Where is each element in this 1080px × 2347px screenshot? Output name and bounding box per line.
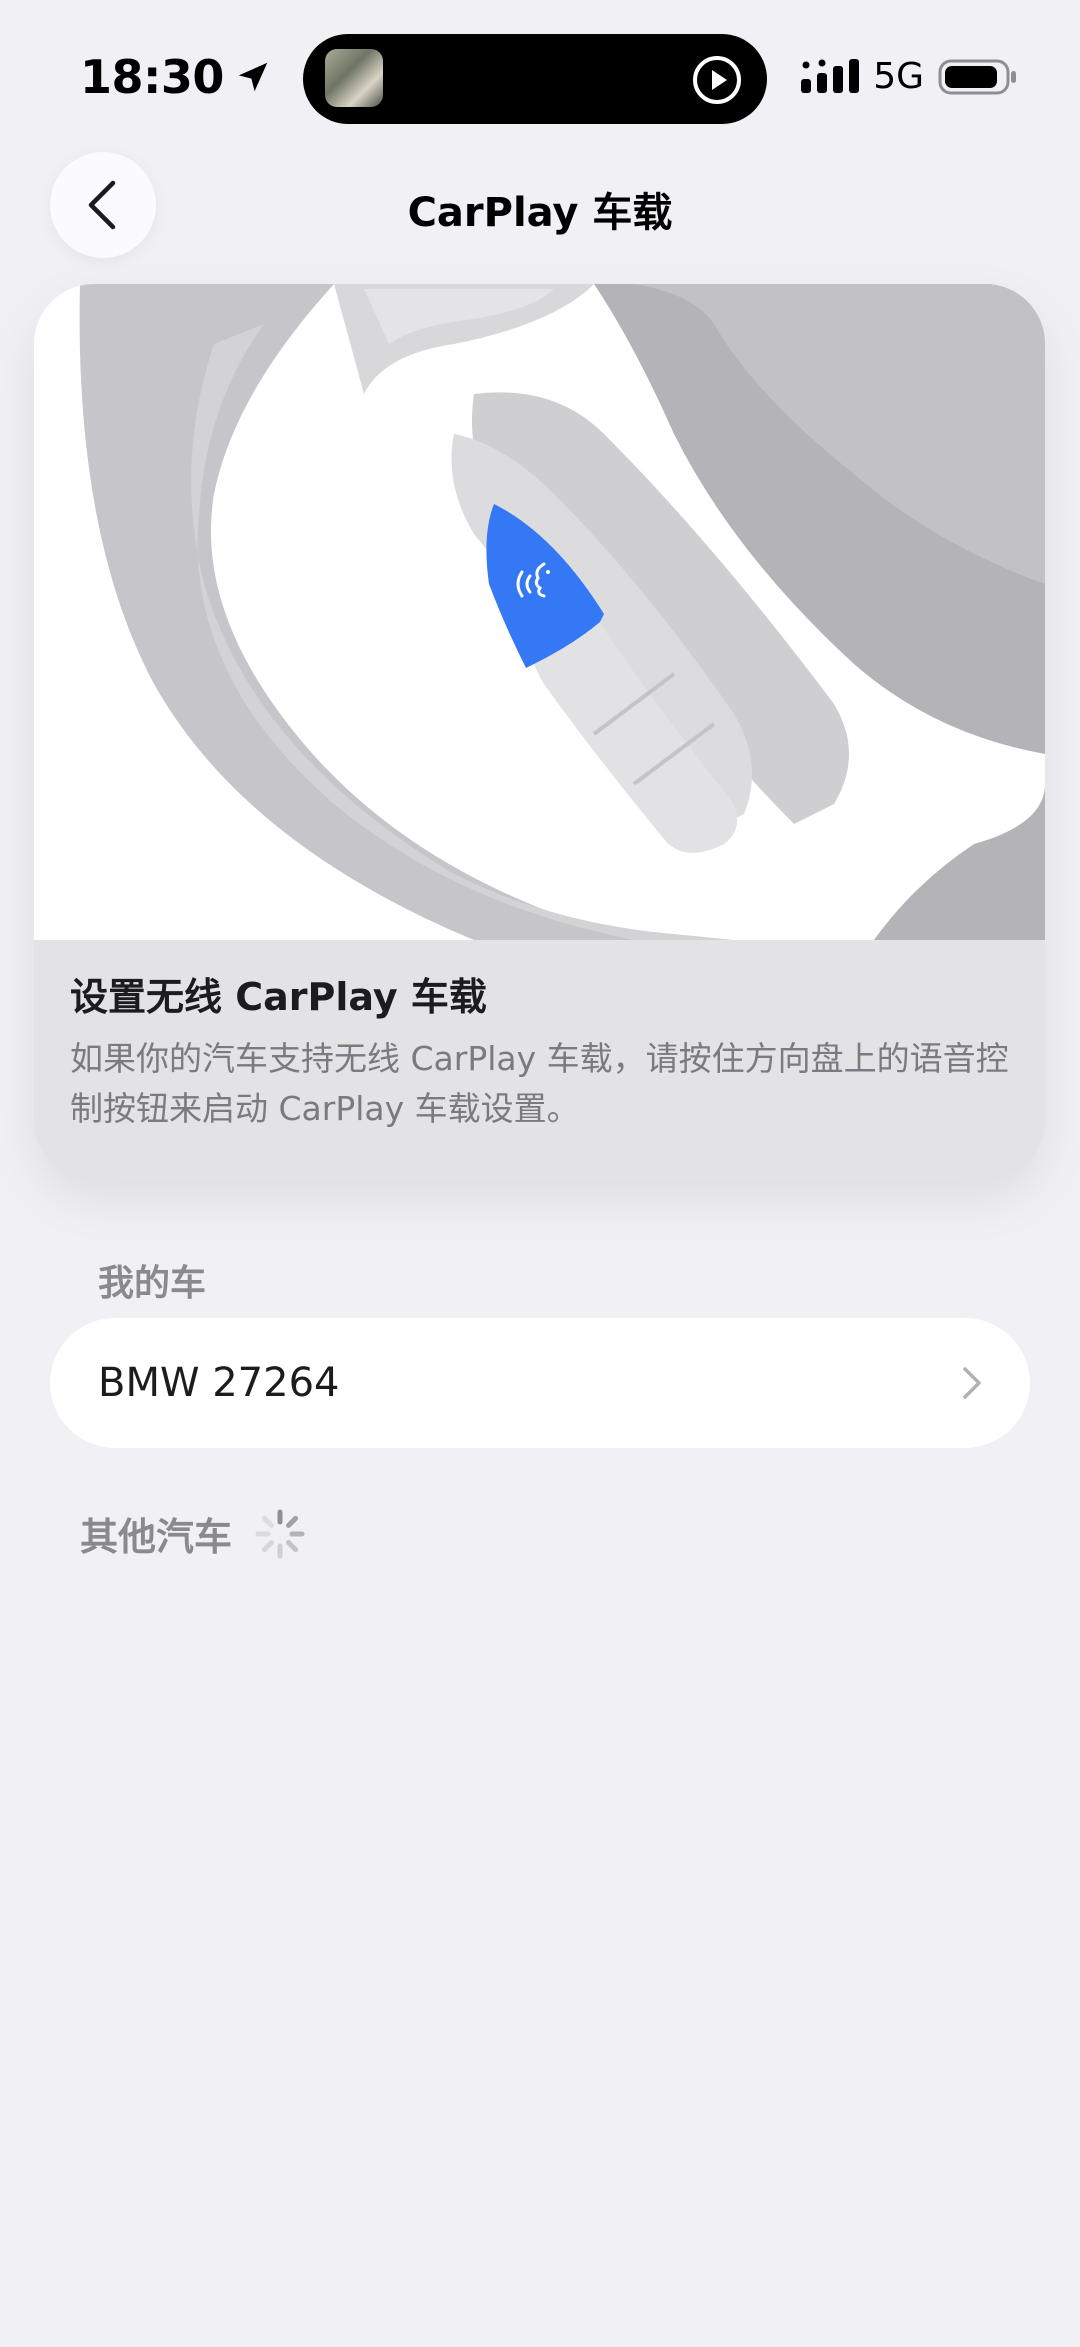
- car-name: BMW 27264: [98, 1360, 340, 1406]
- car-row-bmw[interactable]: BMW 27264: [50, 1318, 1030, 1448]
- status-time: 18:30: [80, 50, 272, 104]
- play-circle-icon: [693, 56, 741, 104]
- chevron-right-icon: [963, 1367, 981, 1399]
- steering-wheel-illustration: [34, 284, 1045, 940]
- status-time-text: 18:30: [80, 50, 224, 104]
- section-header-other-cars: 其他汽车: [80, 1506, 306, 1561]
- cellular-signal-icon: [801, 58, 860, 93]
- page-title: CarPlay 车载: [407, 190, 673, 236]
- dynamic-island[interactable]: [303, 34, 767, 124]
- hero-description: 如果你的汽车支持无线 CarPlay 车载，请按住方向盘上的语音控制按钮来启动 …: [70, 1039, 1009, 1128]
- status-bar: 18:30 5G: [0, 0, 1080, 160]
- status-indicators: 5G: [801, 56, 1018, 97]
- battery-icon: [938, 59, 1016, 94]
- now-playing-artwork: [325, 49, 383, 107]
- wireless-carplay-card: 设置无线 CarPlay 车载 如果你的汽车支持无线 CarPlay 车载，请按…: [34, 284, 1045, 1180]
- network-label: 5G: [873, 56, 924, 97]
- other-cars-label: 其他汽车: [80, 1515, 233, 1559]
- section-header-my-cars: 我的车: [98, 1263, 207, 1304]
- steering-wheel-graphic: [34, 284, 1045, 940]
- loading-spinner-icon: [255, 1509, 305, 1558]
- location-arrow-icon: [238, 62, 268, 92]
- hero-title: 设置无线 CarPlay 车载: [70, 975, 487, 1019]
